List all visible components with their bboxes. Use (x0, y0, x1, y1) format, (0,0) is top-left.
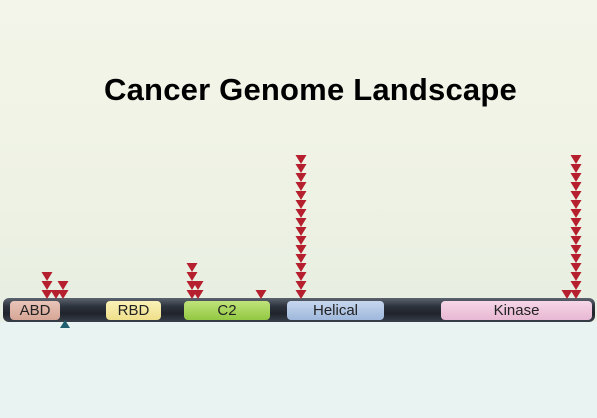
mutation-marker (57, 281, 69, 290)
mutation-marker (570, 164, 582, 173)
mutation-marker (295, 272, 307, 281)
mutation-marker (295, 263, 307, 272)
mutation-marker (186, 272, 198, 281)
mutation-marker (255, 290, 267, 299)
mutation-marker (570, 173, 582, 182)
mutation-marker (295, 254, 307, 263)
mutation-marker (295, 164, 307, 173)
mutation-marker (41, 272, 53, 281)
mutation-marker (295, 209, 307, 218)
mutation-marker (570, 191, 582, 200)
mutation-marker-below (60, 320, 70, 328)
mutation-marker (561, 290, 573, 299)
mutation-marker (295, 200, 307, 209)
mutation-marker (41, 281, 53, 290)
mutation-marker (295, 182, 307, 191)
mutation-marker (295, 236, 307, 245)
mutation-marker (295, 290, 307, 299)
mutation-marker (570, 227, 582, 236)
mutation-marker (295, 155, 307, 164)
mutation-marker (570, 272, 582, 281)
mutation-marker (295, 281, 307, 290)
mutation-marker (57, 290, 69, 299)
mutation-marker (41, 290, 53, 299)
mutation-marker (570, 209, 582, 218)
mutation-markers (41, 155, 582, 328)
mutation-marker (570, 200, 582, 209)
mutation-marker (570, 155, 582, 164)
mutation-marker (570, 245, 582, 254)
mutation-marker (295, 245, 307, 254)
mutation-marker (570, 182, 582, 191)
mutation-marker (570, 281, 582, 290)
mutation-marker (186, 263, 198, 272)
mutation-marker (295, 218, 307, 227)
mutation-marker (570, 218, 582, 227)
mutation-marker (295, 173, 307, 182)
mutation-marker (570, 254, 582, 263)
mutation-marker (295, 227, 307, 236)
mutation-marker (570, 263, 582, 272)
mutation-marker (570, 236, 582, 245)
mutation-marker (570, 290, 582, 299)
mutation-marker (295, 191, 307, 200)
